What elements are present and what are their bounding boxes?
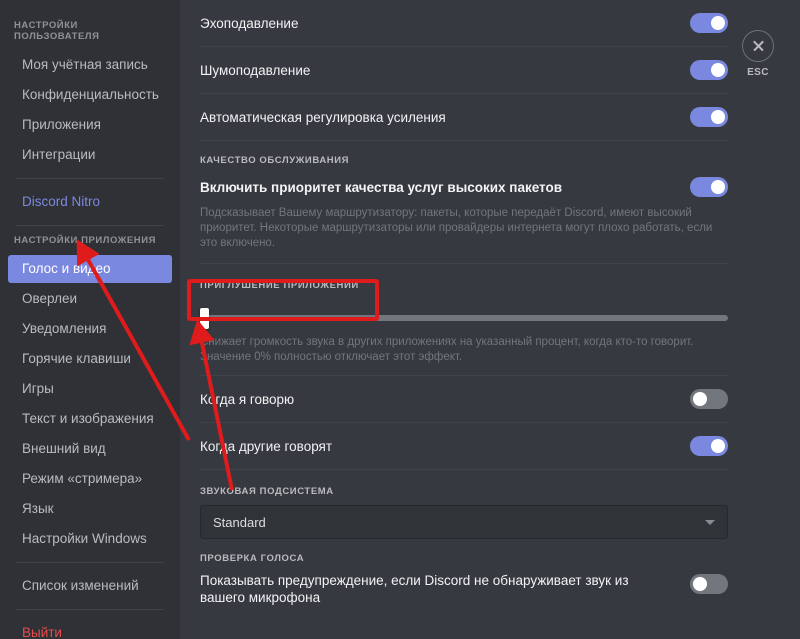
sidebar-divider-1: [16, 178, 164, 179]
sidebar-item-integrations[interactable]: Интеграции: [8, 141, 172, 169]
toggle-qos-high-packet-priority[interactable]: [690, 177, 728, 197]
row-qos-high-packet-priority: Включить приоритет качества услуг высоки…: [200, 174, 728, 200]
sidebar-section-user-settings: НАСТРОЙКИ ПОЛЬЗОВАТЕЛЯ: [14, 20, 100, 42]
toggle-knob: [711, 180, 725, 194]
row-voice-check-warning: Показывать предупреждение, если Discord …: [200, 570, 728, 608]
slider-track: [200, 315, 728, 321]
settings-content-voice-video: Эхоподавление Шумоподавление Автоматичес…: [180, 0, 800, 639]
toggle-echo-cancellation[interactable]: [690, 13, 728, 33]
row-automatic-gain-control: Автоматическая регулировка усиления: [200, 94, 728, 140]
close-icon[interactable]: [742, 30, 774, 62]
sidebar-item-text-and-images[interactable]: Текст и изображения: [8, 405, 172, 433]
toggle-when-i-speak[interactable]: [690, 389, 728, 409]
toggle-knob: [711, 16, 725, 30]
toggle-knob: [711, 63, 725, 77]
sidebar-divider-2: [16, 225, 164, 226]
close-settings-button[interactable]: ESC: [736, 30, 780, 78]
hint-qos: Подсказывает Вашему маршрутизатору: паке…: [200, 207, 713, 249]
sidebar-item-notifications[interactable]: Уведомления: [8, 315, 172, 343]
sidebar-item-privacy[interactable]: Конфиденциальность: [8, 81, 172, 109]
section-header-voice-check: ПРОВЕРКА ГОЛОСА: [200, 553, 305, 564]
row-echo-cancellation: Эхоподавление: [200, 0, 728, 46]
sidebar-item-streamer-mode[interactable]: Режим «стримера»: [8, 465, 172, 493]
select-audio-subsystem[interactable]: Standard: [200, 505, 728, 539]
slider-handle[interactable]: [200, 308, 209, 329]
sidebar-item-keybinds[interactable]: Горячие клавиши: [8, 345, 172, 373]
section-header-quality-of-service: КАЧЕСТВО ОБСЛУЖИВАНИЯ: [200, 155, 350, 166]
row-when-others-speak: Когда другие говорят: [200, 423, 728, 469]
row-label-noise-suppression: Шумоподавление: [200, 62, 311, 78]
sidebar-item-appearance[interactable]: Внешний вид: [8, 435, 172, 463]
settings-sidebar: НАСТРОЙКИ ПОЛЬЗОВАТЕЛЯ Моя учётная запис…: [0, 0, 180, 639]
toggle-knob: [711, 110, 725, 124]
sidebar-section-app-settings: НАСТРОЙКИ ПРИЛОЖЕНИЯ: [14, 235, 156, 246]
sidebar-item-voice-and-video[interactable]: Голос и видео: [8, 255, 172, 283]
row-label-voice-check-warning: Показывать предупреждение, если Discord …: [200, 573, 629, 605]
toggle-automatic-gain-control[interactable]: [690, 107, 728, 127]
sidebar-item-logout[interactable]: Выйти: [8, 619, 172, 639]
sidebar-item-windows-settings[interactable]: Настройки Windows: [8, 525, 172, 553]
sidebar-item-applications[interactable]: Приложения: [8, 111, 172, 139]
row-label-automatic-gain-control: Автоматическая регулировка усиления: [200, 109, 446, 125]
sidebar-divider-4: [16, 609, 164, 610]
sidebar-item-my-account[interactable]: Моя учётная запись: [8, 51, 172, 79]
sidebar-item-language[interactable]: Язык: [8, 495, 172, 523]
close-button-label: ESC: [747, 67, 769, 78]
slider-attenuation[interactable]: [200, 308, 728, 329]
discord-settings-window: НАСТРОЙКИ ПОЛЬЗОВАТЕЛЯ Моя учётная запис…: [0, 0, 800, 639]
sidebar-divider-3: [16, 562, 164, 563]
toggle-when-others-speak[interactable]: [690, 436, 728, 456]
row-label-qos-high-packet-priority: Включить приоритет качества услуг высоки…: [200, 179, 563, 195]
row-label-when-others-speak: Когда другие говорят: [200, 438, 333, 454]
section-header-attenuation: ПРИГЛУШЕНИЕ ПРИЛОЖЕНИЙ: [200, 280, 359, 291]
toggle-noise-suppression[interactable]: [690, 60, 728, 80]
toggle-knob: [693, 577, 707, 591]
sidebar-item-overlay[interactable]: Оверлеи: [8, 285, 172, 313]
sidebar-item-discord-nitro[interactable]: Discord Nitro: [8, 188, 172, 216]
chevron-down-icon: [705, 519, 715, 525]
sidebar-item-changelog[interactable]: Список изменений: [8, 572, 172, 600]
row-label-when-i-speak: Когда я говорю: [200, 391, 295, 407]
row-label-echo-cancellation: Эхоподавление: [200, 15, 299, 31]
hint-attenuation: Снижает громкость звука в других приложе…: [200, 336, 694, 363]
select-value-audio-subsystem: Standard: [213, 514, 266, 530]
toggle-knob: [711, 439, 725, 453]
sidebar-item-games[interactable]: Игры: [8, 375, 172, 403]
toggle-knob: [693, 392, 707, 406]
row-noise-suppression: Шумоподавление: [200, 47, 728, 93]
section-header-audio-subsystem: ЗВУКОВАЯ ПОДСИСТЕМА: [200, 486, 334, 497]
toggle-voice-check-warning[interactable]: [690, 574, 728, 594]
row-when-i-speak: Когда я говорю: [200, 376, 728, 422]
